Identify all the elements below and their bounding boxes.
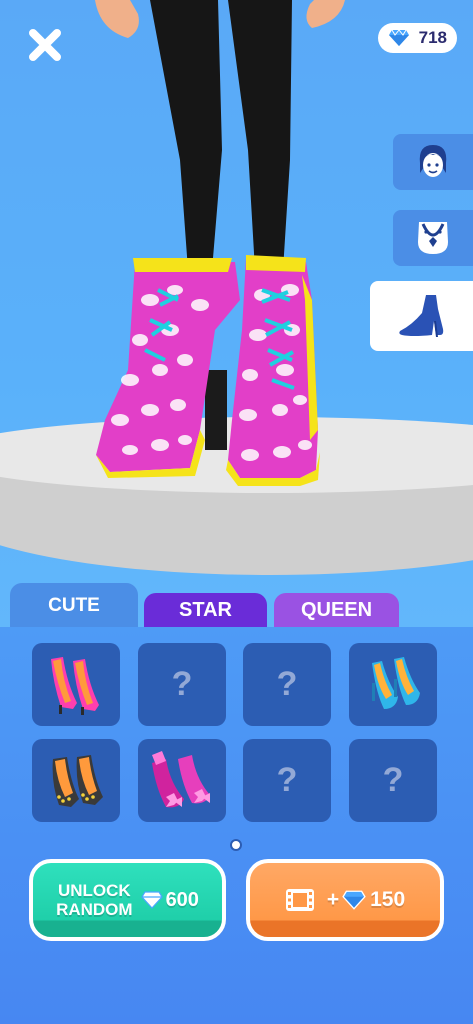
gem-count: 718 [418,28,447,47]
tab-label: CUTE [48,594,100,616]
gem-icon [140,891,163,909]
item-slot-locked[interactable]: ? [349,739,437,822]
item-slot[interactable] [32,643,120,726]
locked-question-icon: ? [276,761,298,799]
shoe-pink-bow-heels-icon [152,750,210,807]
locked-question-icon: ? [276,665,298,703]
item-slot[interactable] [349,643,437,726]
shoe-studded-heels-icon [52,754,103,807]
tab-queen[interactable]: QUEEN [274,593,399,628]
gem-balance: 718 [378,23,457,53]
necklace-icon [418,222,448,254]
locked-question-icon: ? [171,665,193,703]
shoe-pink-pumps-icon [51,656,99,715]
unlock-cost: 600 [165,888,199,911]
gem-icon [342,890,366,910]
unlock-random-button[interactable]: UNLOCK RANDOM 600 [29,859,226,941]
item-slot-locked[interactable]: ? [243,643,331,726]
watch-ad-reward-button[interactable]: + 150 [246,859,444,941]
item-slot[interactable] [32,739,120,822]
face-icon [419,145,447,177]
reward-amount: 150 [370,888,406,911]
unlock-random-label: UNLOCK RANDOM [56,881,133,919]
shoe-blue-peeptoe-icon [372,656,420,709]
gem-icon [388,29,410,52]
tab-cute[interactable]: CUTE [10,583,138,628]
tab-label: QUEEN [300,599,373,621]
item-slot[interactable] [138,739,226,822]
reward-plus: + [326,888,340,911]
tab-label: STAR [179,599,232,621]
page-indicator-dot [230,839,242,851]
category-tab-shoes[interactable] [370,281,473,351]
close-icon [29,29,61,61]
collection-tabs: CUTE STAR QUEEN [0,583,473,628]
item-slot-locked[interactable]: ? [243,739,331,822]
high-heel-icon [398,295,443,337]
tab-star[interactable]: STAR [144,593,267,628]
item-slot-locked[interactable]: ? [138,643,226,726]
locked-question-icon: ? [382,761,404,799]
video-icon [285,888,315,912]
close-button[interactable] [26,26,64,64]
preview-scene: 718 [0,0,473,628]
category-tab-face[interactable] [393,134,473,190]
category-tab-necklace[interactable] [393,210,473,266]
